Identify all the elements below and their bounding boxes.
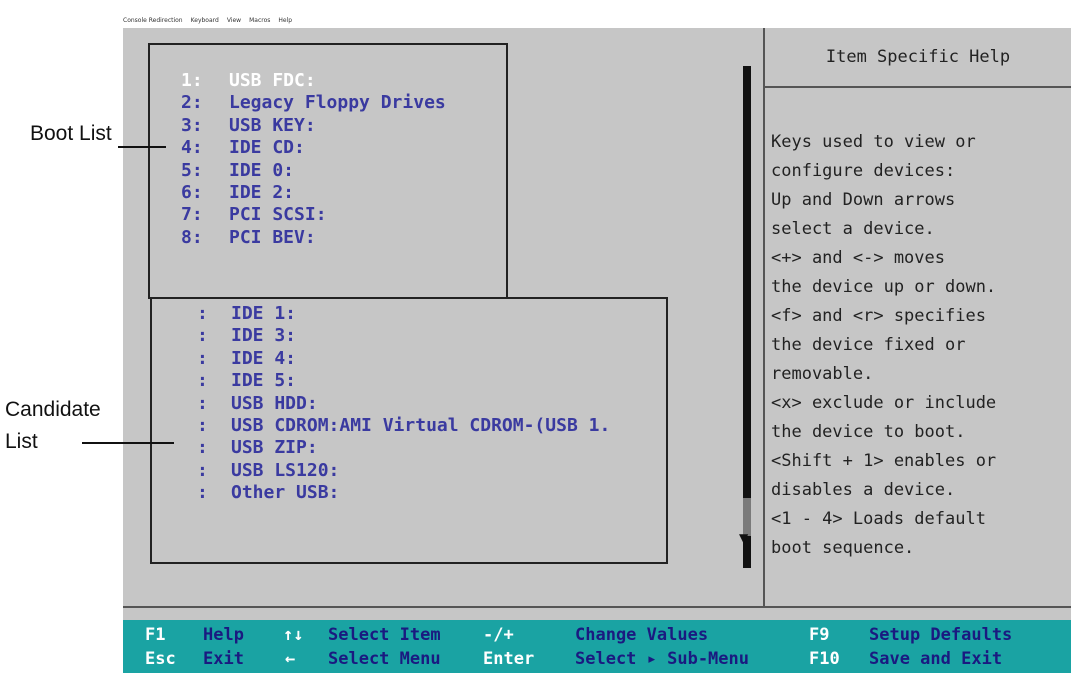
candidate-list-label-line2: List [5,430,38,453]
key-minus-plus: -/+ [483,625,514,645]
key-legend-row-1: F1 Help ↑↓ Select Item -/+ Change Values… [123,624,1071,647]
help-line: <f> and <r> specifies [771,306,986,326]
candidate-list-label-line1: Candidate [5,398,101,421]
help-line: boot sequence. [771,538,915,558]
help-panel-title: Item Specific Help [765,28,1071,88]
menu-keyboard[interactable]: Keyboard [191,17,219,24]
key-minus-plus-desc: Change Values [575,625,709,645]
key-f10-desc: Save and Exit [869,649,1003,669]
help-line: removable. [771,364,874,384]
help-line: <+> and <-> moves [771,248,945,268]
help-line: select a device. [771,219,935,239]
key-updown-desc: Select Item [328,625,441,645]
boot-list-label: Boot List [30,122,112,145]
key-left-arrow: ← [285,649,296,669]
help-line: <1 - 4> Loads default [771,509,986,529]
help-panel-text: Keys used to view or configure devices: … [771,128,1071,563]
panel-divider [763,28,765,608]
help-line: configure devices: [771,161,956,181]
key-esc-desc: Exit [203,649,244,669]
help-line: Up and Down arrows [771,190,956,210]
help-line: the device fixed or [771,335,966,355]
menu-macros[interactable]: Macros [249,17,270,24]
menu-view[interactable]: View [227,17,241,24]
key-f1: F1 [145,625,166,645]
scroll-down-arrow-icon[interactable]: ▼ [739,531,748,545]
help-line: <x> exclude or include [771,393,997,413]
key-f9-desc: Setup Defaults [869,625,1013,645]
help-line: the device to boot. [771,422,966,442]
help-line: the device up or down. [771,277,997,297]
help-line: <Shift + 1> enables or [771,451,997,471]
boot-list-box [148,43,508,299]
candidate-list-pointer-line [82,442,174,444]
key-left-arrow-desc: Select Menu [328,649,441,669]
console-menubar: Console Redirection Keyboard View Macros… [123,14,1071,26]
key-enter: Enter [483,649,535,669]
help-line: disables a device. [771,480,956,500]
boot-list-pointer-line [118,146,166,148]
key-f10: F10 [809,649,840,669]
key-f1-desc: Help [203,625,244,645]
menu-console-redirection[interactable]: Console Redirection [123,17,183,24]
bottom-divider [123,606,1071,608]
key-esc: Esc [145,649,176,669]
scrollbar-track[interactable] [743,66,751,568]
menu-help[interactable]: Help [278,17,292,24]
key-updown-arrows: ↑↓ [283,625,304,645]
key-f9: F9 [809,625,830,645]
help-line: Keys used to view or [771,132,976,152]
candidate-list-box [150,297,668,564]
key-enter-desc: Select ▸ Sub-Menu [575,649,749,669]
key-legend-row-2: Esc Exit ← Select Menu Enter Select ▸ Su… [123,648,1071,671]
key-legend-bar: F1 Help ↑↓ Select Item -/+ Change Values… [123,620,1071,673]
